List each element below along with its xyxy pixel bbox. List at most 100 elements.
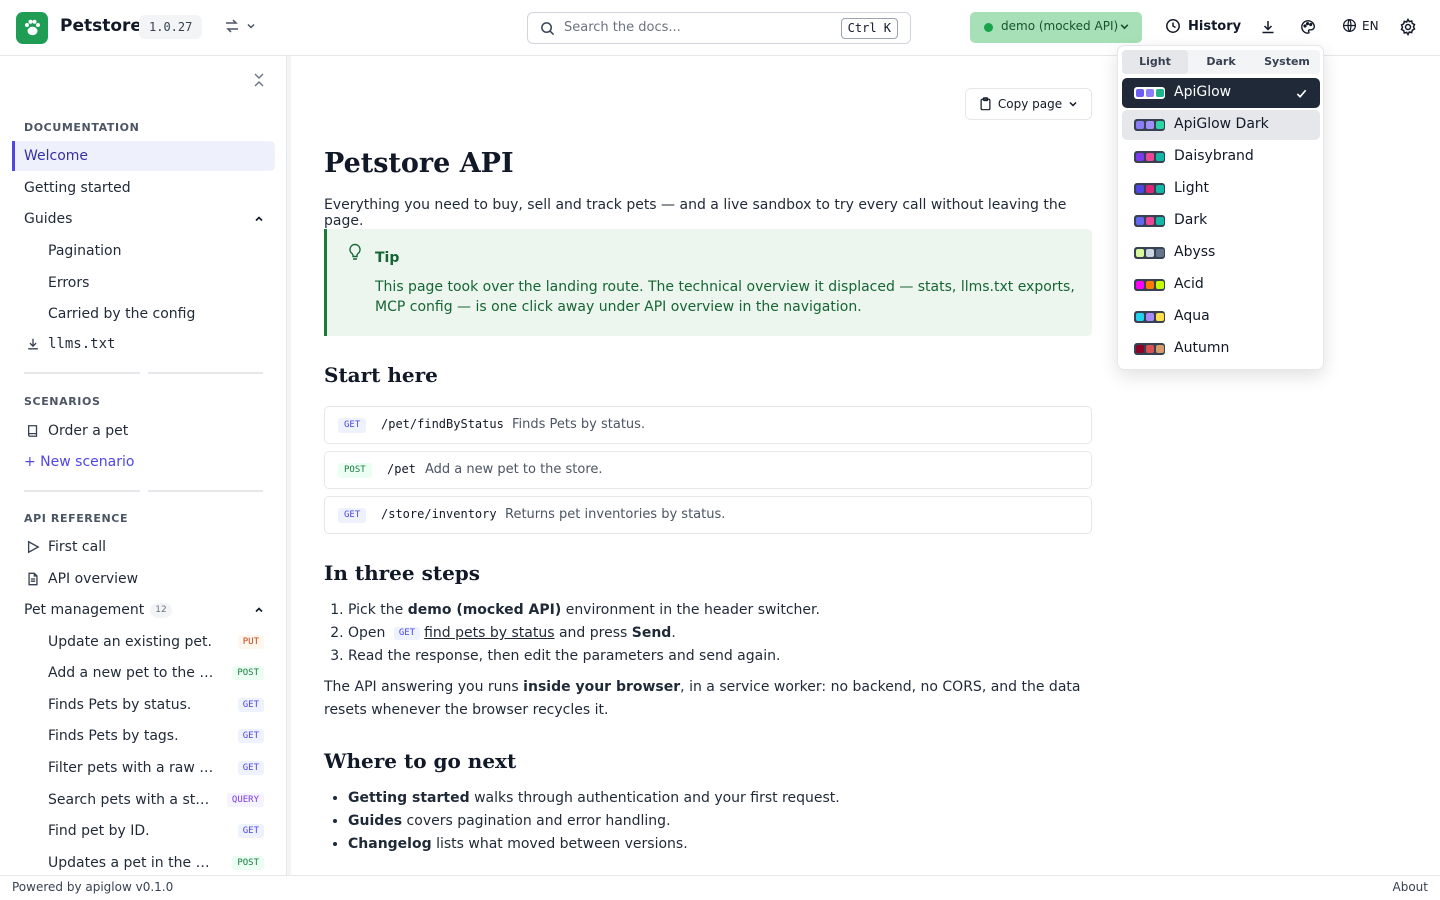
swatch-color bbox=[1145, 185, 1154, 193]
language-switcher[interactable]: EN bbox=[1342, 18, 1379, 33]
swatch-color bbox=[1135, 185, 1144, 193]
method-badge: GET bbox=[237, 824, 264, 838]
sidebar-item-first-call[interactable]: First call bbox=[24, 532, 274, 562]
api-overview-label: API overview bbox=[48, 571, 139, 587]
tip-callout: Tip This page took over the landing rout… bbox=[324, 229, 1092, 336]
palette-icon[interactable] bbox=[1300, 19, 1316, 35]
swatch-color bbox=[1155, 313, 1164, 321]
theme-name: Acid bbox=[1174, 276, 1204, 292]
divider bbox=[24, 490, 140, 492]
next-item: Guides covers pagination and error handl… bbox=[348, 810, 840, 833]
swatch-color bbox=[1135, 217, 1144, 225]
next-text: walks through authentication and your fi… bbox=[469, 790, 840, 806]
sidebar-item-pagination[interactable]: Pagination bbox=[48, 236, 268, 266]
version-switcher[interactable] bbox=[224, 18, 256, 34]
step-text: environment in the header switcher. bbox=[561, 602, 820, 618]
sidebar-item-welcome[interactable]: Welcome bbox=[12, 141, 275, 171]
endpoint-card[interactable]: GET /store/inventory Returns pet invento… bbox=[324, 496, 1092, 534]
step-text: Open bbox=[348, 625, 390, 641]
theme-name: Aqua bbox=[1174, 308, 1210, 324]
version-badge[interactable]: 1.0.27 bbox=[139, 15, 203, 39]
theme-option[interactable]: Daisybrand bbox=[1122, 142, 1320, 172]
method-badge: QUERY bbox=[226, 793, 264, 807]
divider bbox=[148, 372, 263, 374]
theme-name: ApiGlow Dark bbox=[1174, 116, 1269, 132]
step-bold: demo (mocked API) bbox=[407, 602, 562, 618]
search-input[interactable]: Search the docs... Ctrl K bbox=[527, 12, 911, 44]
sidebar-item-carried-by-config[interactable]: Carried by the config bbox=[48, 299, 268, 329]
endpoint-count-badge: 12 bbox=[150, 602, 172, 618]
theme-option[interactable]: Dark bbox=[1122, 206, 1320, 236]
download-icon[interactable] bbox=[1260, 19, 1276, 35]
chevron-down-icon bbox=[247, 23, 255, 29]
endpoint-item[interactable]: Update an existing pet. PUT bbox=[48, 627, 268, 657]
next-text: covers pagination and error handling. bbox=[402, 813, 671, 829]
next-bold: Changelog bbox=[348, 836, 432, 852]
theme-option[interactable]: Autumn bbox=[1122, 334, 1320, 364]
new-scenario-link[interactable]: + New scenario bbox=[24, 447, 274, 477]
endpoint-item[interactable]: Updates a pet in the st... POST bbox=[48, 848, 268, 875]
endpoint-item[interactable]: Find pet by ID. GET bbox=[48, 816, 268, 846]
theme-option[interactable]: Acid bbox=[1122, 270, 1320, 300]
sidebar-item-errors[interactable]: Errors bbox=[48, 268, 268, 298]
history-button[interactable]: History bbox=[1165, 18, 1241, 34]
theme-option[interactable]: ApiGlow bbox=[1122, 78, 1320, 108]
next-bold: Guides bbox=[348, 813, 403, 829]
swatch-color bbox=[1145, 217, 1154, 225]
next-item: Getting started walks through authentica… bbox=[348, 787, 840, 810]
theme-name: Dark bbox=[1174, 212, 1208, 228]
section-heading-start-here: Start here bbox=[324, 363, 438, 387]
environment-label: demo (mocked API) bbox=[1001, 19, 1119, 33]
endpoint-item[interactable]: Finds Pets by tags. GET bbox=[48, 721, 268, 751]
search-icon bbox=[541, 22, 555, 36]
swatch-color bbox=[1145, 153, 1154, 161]
paw-icon bbox=[25, 19, 40, 36]
check-icon bbox=[1296, 89, 1307, 98]
step-item: Open GETfind pets by status and press Se… bbox=[348, 622, 820, 645]
sidebar-item-getting-started[interactable]: Getting started bbox=[24, 173, 274, 203]
sidebar-item-order-a-pet[interactable]: Order a pet bbox=[24, 416, 274, 446]
sidebar-item-llms-txt[interactable]: llms.txt bbox=[24, 329, 274, 359]
environment-switcher[interactable]: demo (mocked API) bbox=[970, 12, 1142, 43]
endpoint-card[interactable]: POST /pet Add a new pet to the store. bbox=[324, 451, 1092, 489]
mode-dark[interactable]: Dark bbox=[1188, 50, 1254, 74]
petstore-logo[interactable] bbox=[16, 12, 48, 44]
theme-option[interactable]: Light bbox=[1122, 174, 1320, 204]
swatch-color bbox=[1145, 89, 1154, 97]
endpoint-description: Finds Pets by status. bbox=[512, 417, 646, 432]
endpoint-description: Add a new pet to the store. bbox=[425, 462, 603, 477]
section-scenarios: SCENARIOS bbox=[24, 395, 101, 408]
swatch-color bbox=[1155, 217, 1164, 225]
swatch-color bbox=[1135, 313, 1144, 321]
theme-name: ApiGlow bbox=[1174, 84, 1232, 100]
mode-system[interactable]: System bbox=[1254, 50, 1320, 74]
book-icon bbox=[27, 425, 38, 437]
swatch-color bbox=[1145, 249, 1154, 257]
endpoint-item[interactable]: Search pets with a stru... QUERY bbox=[48, 785, 268, 815]
copy-page-button[interactable]: Copy page bbox=[965, 88, 1092, 120]
endpoint-item[interactable]: Add a new pet to the st... POST bbox=[48, 658, 268, 688]
method-badge: GET bbox=[237, 729, 264, 743]
endpoint-item[interactable]: Finds Pets by status. GET bbox=[48, 690, 268, 720]
endpoint-item[interactable]: Filter pets with a raw qu... GET bbox=[48, 753, 268, 783]
mode-light[interactable]: Light bbox=[1122, 50, 1188, 74]
theme-option[interactable]: Abyss bbox=[1122, 238, 1320, 268]
find-pets-by-status-link[interactable]: find pets by status bbox=[424, 625, 554, 641]
sidebar-item-guides[interactable]: Guides bbox=[24, 204, 274, 234]
theme-option[interactable]: ApiGlow Dark bbox=[1122, 110, 1320, 140]
collapse-sidebar-icon[interactable] bbox=[252, 72, 266, 88]
about-link[interactable]: About bbox=[1393, 880, 1428, 894]
powered-by[interactable]: Powered by apiglow v0.1.0 bbox=[12, 880, 173, 894]
chevron-up-icon bbox=[255, 216, 263, 222]
endpoint-card[interactable]: GET /pet/findByStatus Finds Pets by stat… bbox=[324, 406, 1092, 444]
sidebar-group-pet-management[interactable]: Pet management 12 bbox=[24, 595, 274, 625]
sidebar-item-api-overview[interactable]: API overview bbox=[24, 564, 274, 594]
gear-icon[interactable] bbox=[1399, 18, 1417, 36]
brand-name[interactable]: Petstore bbox=[60, 16, 142, 36]
endpoint-label: Finds Pets by status. bbox=[48, 697, 192, 713]
theme-option[interactable]: Aqua bbox=[1122, 302, 1320, 332]
method-badge: GET bbox=[237, 698, 264, 712]
section-heading-three-steps: In three steps bbox=[324, 561, 481, 585]
theme-swatch bbox=[1134, 151, 1165, 163]
clipboard-icon bbox=[980, 97, 991, 111]
